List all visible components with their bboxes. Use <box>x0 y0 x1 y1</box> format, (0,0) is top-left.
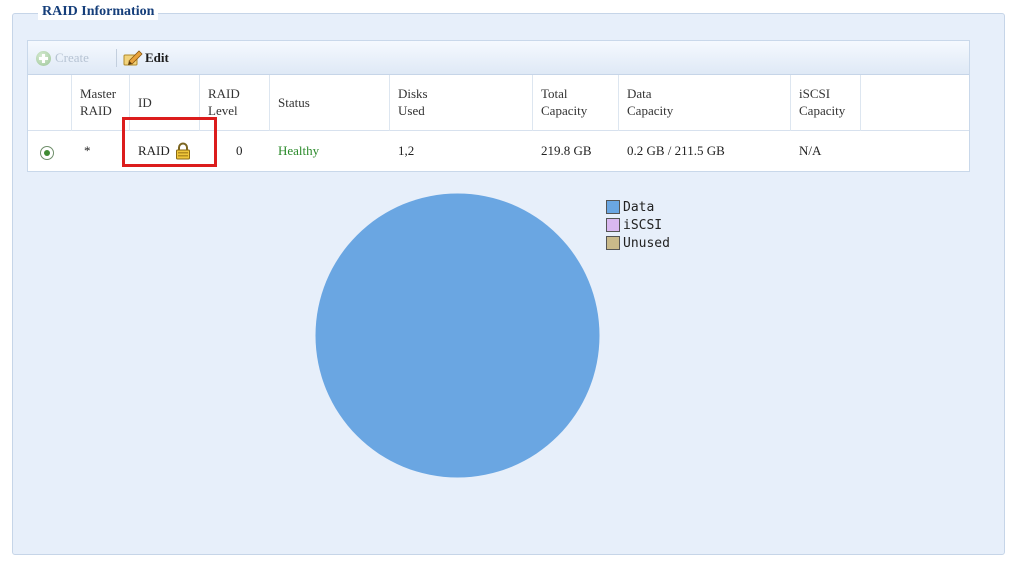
legend-item-iscsi: iSCSI <box>606 216 670 234</box>
legend-swatch <box>606 200 620 214</box>
iscsi-capacity: N/A <box>799 143 822 158</box>
legend-label: iSCSI <box>623 217 663 233</box>
add-circle-icon <box>36 50 51 66</box>
header-disks-used[interactable]: Disks Used <box>390 75 533 131</box>
legend-swatch <box>606 218 620 232</box>
header-total-capacity[interactable]: Total Capacity <box>533 75 619 131</box>
total-capacity: 219.8 GB <box>541 143 592 158</box>
header-status[interactable]: Status <box>270 75 390 131</box>
edit-button-label: Edit <box>145 50 169 65</box>
status-badge: Healthy <box>278 143 320 158</box>
legend-label: Unused <box>623 235 670 251</box>
section-title: RAID Information <box>38 4 159 20</box>
toolbar-separator <box>116 49 117 67</box>
pencil-edit-icon <box>123 50 143 66</box>
data-capacity: 0.2 GB / 211.5 GB <box>627 143 725 158</box>
create-button-label: Create <box>55 50 89 65</box>
legend-label: Data <box>623 199 655 215</box>
pie-slice-data <box>315 193 600 478</box>
edit-button[interactable]: Edit <box>123 49 169 67</box>
legend-item-unused: Unused <box>606 234 670 252</box>
header-data-capacity[interactable]: Data Capacity <box>619 75 791 131</box>
disks-used: 1,2 <box>398 143 415 158</box>
raid-toolbar: Create Edit <box>28 41 969 75</box>
capacity-pie-chart <box>315 193 600 478</box>
create-button[interactable]: Create <box>36 49 89 67</box>
id-highlight-box <box>122 117 217 167</box>
pie-legend: Data iSCSI Unused <box>606 198 670 252</box>
header-select <box>28 75 72 131</box>
row-select-cell[interactable] <box>28 131 72 171</box>
legend-item-data: Data <box>606 198 670 216</box>
raid-level: 0 <box>236 143 243 158</box>
legend-swatch <box>606 236 620 250</box>
radio-selected-icon[interactable] <box>40 146 54 160</box>
header-iscsi-capacity[interactable]: iSCSI Capacity <box>791 75 861 131</box>
